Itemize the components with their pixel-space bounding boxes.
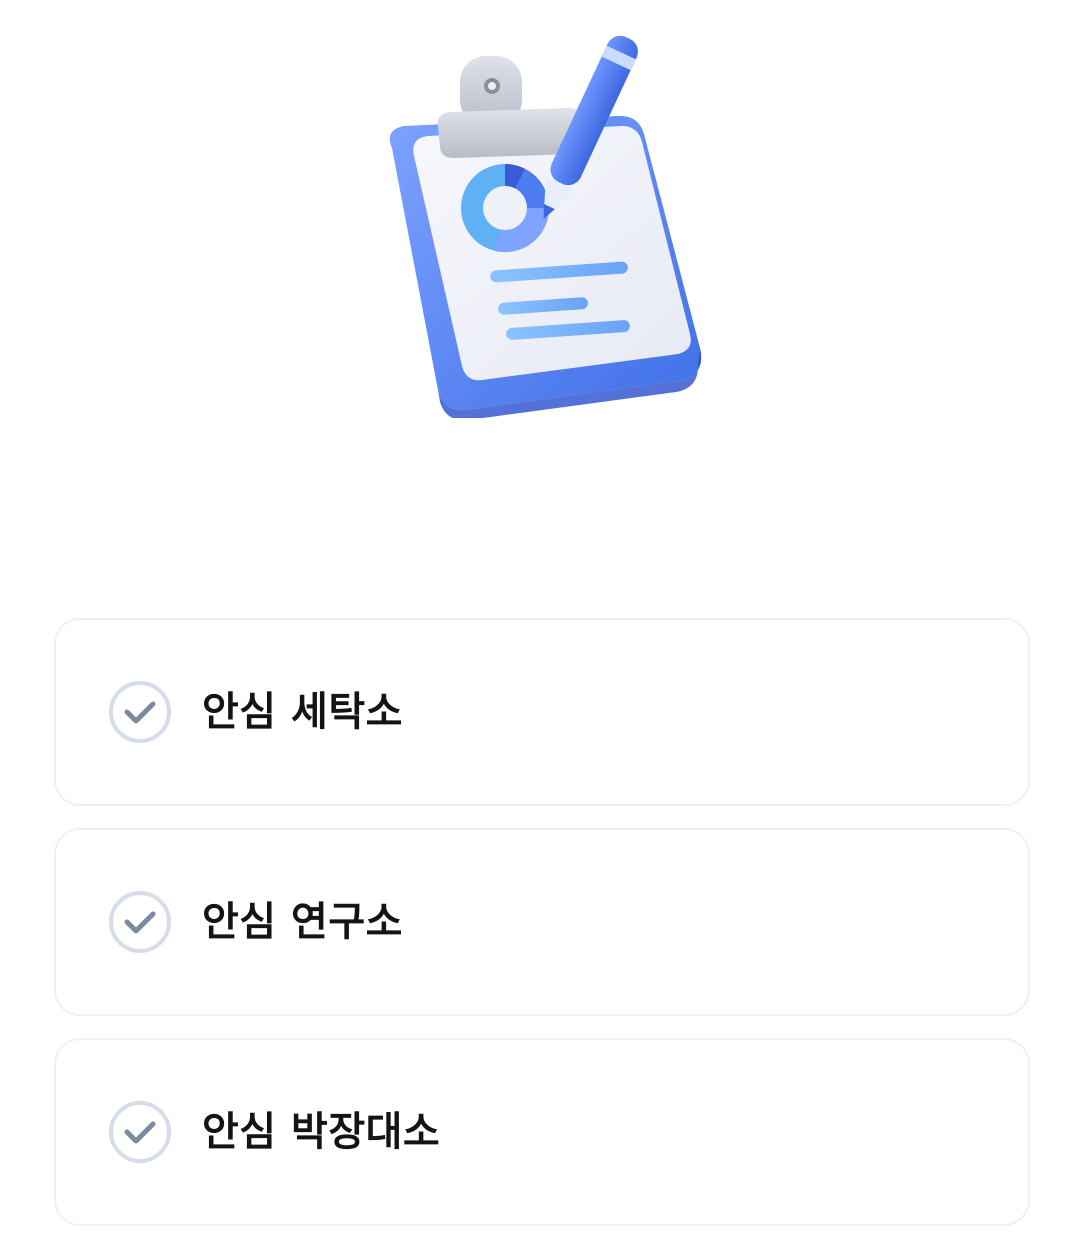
option-label: 안심 박장대소 [202, 1109, 441, 1155]
option-card-laundry[interactable]: 안심 세탁소 [54, 618, 1030, 806]
option-list: 안심 세탁소 안심 연구소 안심 박장대소 [54, 618, 1030, 1248]
option-label: 안심 연구소 [202, 899, 403, 945]
hero-illustration [370, 18, 710, 421]
option-card-laughter[interactable]: 안심 박장대소 [54, 1038, 1030, 1226]
clipboard-chart-pencil-icon [389, 35, 702, 421]
check-circle-icon [108, 680, 172, 744]
check-circle-icon [108, 1100, 172, 1164]
check-circle-icon [108, 890, 172, 954]
option-card-lab[interactable]: 안심 연구소 [54, 828, 1030, 1016]
option-label: 안심 세탁소 [202, 689, 403, 735]
